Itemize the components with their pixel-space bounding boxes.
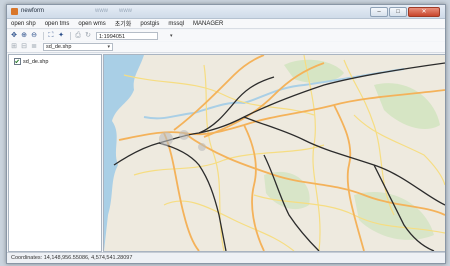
menu-manager[interactable]: MANAGER <box>193 21 223 27</box>
layer-tree: sd_de.shp <box>8 54 102 252</box>
chevron-down-icon: ▾ <box>107 44 110 50</box>
menu-mssql[interactable]: mssql <box>168 21 184 27</box>
island <box>123 204 132 214</box>
park-area <box>354 191 434 240</box>
ghost-tab: www <box>95 8 108 14</box>
menu-reset[interactable]: 초기화 <box>115 19 132 28</box>
layer-checkbox[interactable] <box>14 58 21 65</box>
layer-item[interactable]: sd_de.shp <box>14 58 48 65</box>
layer-toolbar: ⊞ ⊟ ≣ sd_de.shp ▾ <box>7 42 445 53</box>
menu-open-wms[interactable]: open wms <box>78 21 105 27</box>
menu-open-shp[interactable]: open shp <box>11 21 36 27</box>
scale-input[interactable]: 1:1994051 <box>96 31 158 40</box>
toolbar-separator <box>43 31 44 40</box>
scale-dropdown-icon[interactable]: ▾ <box>170 33 173 39</box>
app-icon <box>11 8 18 15</box>
zoom-out-icon[interactable]: ⊖ <box>30 32 38 40</box>
sea-area <box>104 55 144 251</box>
park-area <box>374 83 440 130</box>
menu-open-tms[interactable]: open tms <box>45 21 70 27</box>
minimize-button[interactable]: – <box>370 7 388 17</box>
add-layer-icon[interactable]: ⊞ <box>10 43 18 51</box>
properties-icon[interactable]: ≣ <box>30 43 38 51</box>
close-button[interactable]: ✕ <box>408 7 440 17</box>
identify-icon[interactable]: ✦ <box>57 32 65 40</box>
status-bar: Coordinates: 14,148,956.55086, 4,574,541… <box>7 252 445 263</box>
refresh-icon[interactable]: ↻ <box>84 32 92 40</box>
toolbar-separator <box>70 31 71 40</box>
pan-icon[interactable]: ✥ <box>10 32 18 40</box>
full-extent-icon[interactable]: ⛶ <box>47 32 55 40</box>
window-title: newform <box>21 8 45 14</box>
map-canvas[interactable] <box>103 54 445 252</box>
layer-select-value: sd_de.shp <box>46 44 72 50</box>
ghost-tab: www <box>119 8 132 14</box>
scale-value: 1:1994051 <box>99 33 125 40</box>
menu-postgis[interactable]: postgis <box>140 21 159 27</box>
remove-layer-icon[interactable]: ⊟ <box>20 43 28 51</box>
print-icon[interactable]: ⎙ <box>74 32 82 40</box>
menu-bar: open shp open tms open wms 초기화 postgis m… <box>7 19 445 29</box>
layer-select[interactable]: sd_de.shp ▾ <box>43 43 113 51</box>
coordinates-readout: Coordinates: 14,148,956.55086, 4,574,541… <box>11 255 133 261</box>
island <box>109 223 124 238</box>
maximize-button[interactable]: □ <box>389 7 407 17</box>
zoom-in-icon[interactable]: ⊕ <box>20 32 28 40</box>
map-toolbar: ✥ ⊕ ⊖ ⛶ ✦ ⎙ ↻ 1:1994051 ▾ <box>7 30 445 41</box>
app-window: newform www www – □ ✕ open shp open tms … <box>6 4 446 264</box>
title-bar: newform www www – □ ✕ <box>7 5 445 19</box>
map-view <box>104 55 445 251</box>
layer-name: sd_de.shp <box>23 58 49 65</box>
